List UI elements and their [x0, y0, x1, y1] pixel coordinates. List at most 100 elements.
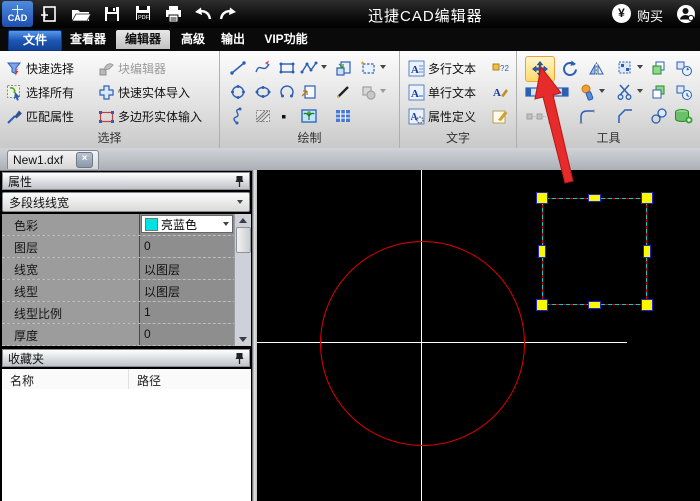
yen-icon[interactable]: ¥ — [612, 4, 631, 23]
property-value[interactable]: 以图层 — [140, 280, 235, 301]
menu-viewer[interactable]: 查看器 — [66, 30, 110, 49]
blend-curves-button[interactable] — [649, 106, 669, 126]
insert-block-button[interactable] — [333, 58, 353, 78]
menu-vip[interactable]: VIP功能 — [258, 30, 314, 49]
spray-dropdown-arrow-icon[interactable] — [599, 89, 605, 93]
quick-entity-import-button[interactable]: 快速实体导入 — [98, 82, 190, 102]
array-dropdown-arrow-icon[interactable] — [637, 65, 643, 69]
block-editor-button[interactable]: 块编辑器 — [98, 58, 166, 78]
add-to-database-button[interactable] — [673, 106, 693, 126]
polyline-dropdown-arrow-icon[interactable] — [321, 65, 327, 69]
property-value[interactable]: 以图层 — [140, 258, 235, 279]
text-number-button[interactable]: ?2 — [490, 58, 510, 78]
stretch-tool-button[interactable] — [525, 82, 545, 102]
draw-spline-button[interactable] — [253, 58, 273, 78]
property-value[interactable]: 0 — [140, 236, 235, 257]
quick-select-button[interactable]: 快速选择 — [6, 58, 74, 78]
draw-pen-button[interactable] — [333, 82, 353, 102]
scrollbar-thumb[interactable] — [236, 227, 251, 253]
polygon-entity-input-button[interactable]: 多边形实体输入 — [98, 106, 202, 126]
chamfer-tool-button[interactable] — [615, 106, 635, 126]
save-as-pdf-button[interactable]: PDF — [131, 3, 155, 25]
button-label: 快速实体导入 — [118, 85, 191, 100]
copy-rotate2-button[interactable] — [673, 82, 693, 102]
new-file-button[interactable] — [36, 3, 60, 25]
save-button[interactable] — [100, 3, 124, 25]
spray-tool-button[interactable] — [577, 82, 597, 102]
trim-dropdown-arrow-icon[interactable] — [637, 89, 643, 93]
attribute-define-button[interactable]: A 属性定义 — [408, 106, 476, 126]
edit-text-style-button[interactable]: A — [490, 82, 510, 102]
printer-icon — [165, 6, 181, 23]
array-tool-button[interactable] — [615, 58, 635, 78]
pin-icon[interactable] — [235, 352, 244, 365]
menu-editor[interactable]: 编辑器 — [116, 30, 170, 49]
draw-revision-cloud-button[interactable] — [228, 106, 248, 126]
draw-line-button[interactable] — [228, 58, 248, 78]
boundary-dropdown-arrow-icon[interactable] — [380, 65, 386, 69]
fillet-tool-button[interactable] — [577, 106, 597, 126]
draw-circle-button[interactable] — [228, 82, 248, 102]
property-value[interactable]: 1 — [140, 302, 235, 323]
select-all-button[interactable]: 选择所有 — [6, 82, 74, 102]
offset-copy-button[interactable] — [649, 82, 669, 102]
grip-corner[interactable] — [536, 299, 548, 311]
pin-icon[interactable] — [235, 175, 244, 188]
drawn-circle-entity[interactable] — [320, 241, 525, 446]
rotate-copy-tool-button[interactable] — [673, 58, 693, 78]
region-dropdown-arrow-icon[interactable] — [380, 89, 386, 93]
grip-settings-button[interactable] — [525, 106, 569, 126]
trim-tool-button[interactable] — [615, 82, 635, 102]
favorites-column-path[interactable]: 路径 — [129, 369, 251, 389]
document-tab[interactable]: New1.dxf × — [7, 150, 99, 169]
selected-rectangle-entity[interactable] — [536, 192, 653, 311]
menu-output[interactable]: 输出 — [216, 30, 250, 49]
draw-ellipse-button[interactable] — [253, 82, 273, 102]
rotate-tool-button[interactable] — [559, 58, 579, 78]
favorites-list[interactable] — [2, 389, 251, 501]
insert-image-button[interactable] — [299, 106, 319, 126]
grip-corner[interactable] — [641, 299, 653, 311]
region-button[interactable] — [358, 82, 378, 102]
drawing-canvas[interactable] — [257, 170, 700, 501]
hatch-button[interactable] — [253, 106, 273, 126]
grip-corner[interactable] — [641, 192, 653, 204]
properties-scrollbar[interactable] — [234, 214, 251, 346]
scroll-up-arrow-icon[interactable] — [239, 218, 247, 223]
redo-button[interactable] — [216, 3, 240, 25]
edit-text-button[interactable] — [490, 106, 510, 126]
menu-advanced[interactable]: 高级 — [176, 30, 210, 49]
property-type-selector[interactable]: 多段线线宽 — [2, 192, 250, 212]
grip-midpoint[interactable] — [588, 301, 601, 309]
match-properties-button[interactable]: 匹配属性 — [6, 106, 74, 126]
xref-button[interactable] — [299, 82, 319, 102]
grip-midpoint[interactable] — [538, 245, 546, 258]
menu-file[interactable]: 文件 — [8, 30, 62, 51]
buy-button[interactable]: 购买 — [637, 6, 663, 25]
undo-button[interactable] — [191, 3, 215, 25]
account-button[interactable] — [676, 4, 696, 24]
draw-rectangle-button[interactable] — [277, 58, 297, 78]
tab-close-icon[interactable]: × — [76, 152, 93, 168]
print-button[interactable] — [161, 3, 185, 25]
color-dropdown[interactable]: 亮蓝色 — [141, 215, 233, 233]
grip-corner[interactable] — [536, 192, 548, 204]
block-editor-icon — [99, 62, 114, 75]
scale-tool-button[interactable] — [549, 82, 569, 102]
grip-midpoint[interactable] — [643, 245, 651, 258]
open-file-button[interactable] — [69, 3, 93, 25]
dtext-button[interactable]: A 单行文本 — [408, 82, 476, 102]
draw-point-button[interactable] — [278, 106, 290, 126]
draw-polyline-button[interactable] — [299, 58, 319, 78]
insert-table-button[interactable] — [333, 106, 353, 126]
move-tool-button[interactable] — [525, 56, 555, 82]
property-value[interactable]: 0 — [140, 324, 235, 345]
copy-tool-button[interactable] — [649, 58, 669, 78]
mirror-tool-button[interactable] — [586, 58, 606, 78]
mtext-button[interactable]: A 多行文本 — [408, 58, 476, 78]
draw-boundary-button[interactable] — [358, 58, 378, 78]
scroll-down-arrow-icon[interactable] — [239, 337, 247, 342]
favorites-column-name[interactable]: 名称 — [2, 369, 129, 389]
draw-arc-button[interactable] — [277, 82, 297, 102]
grip-midpoint[interactable] — [588, 194, 601, 202]
